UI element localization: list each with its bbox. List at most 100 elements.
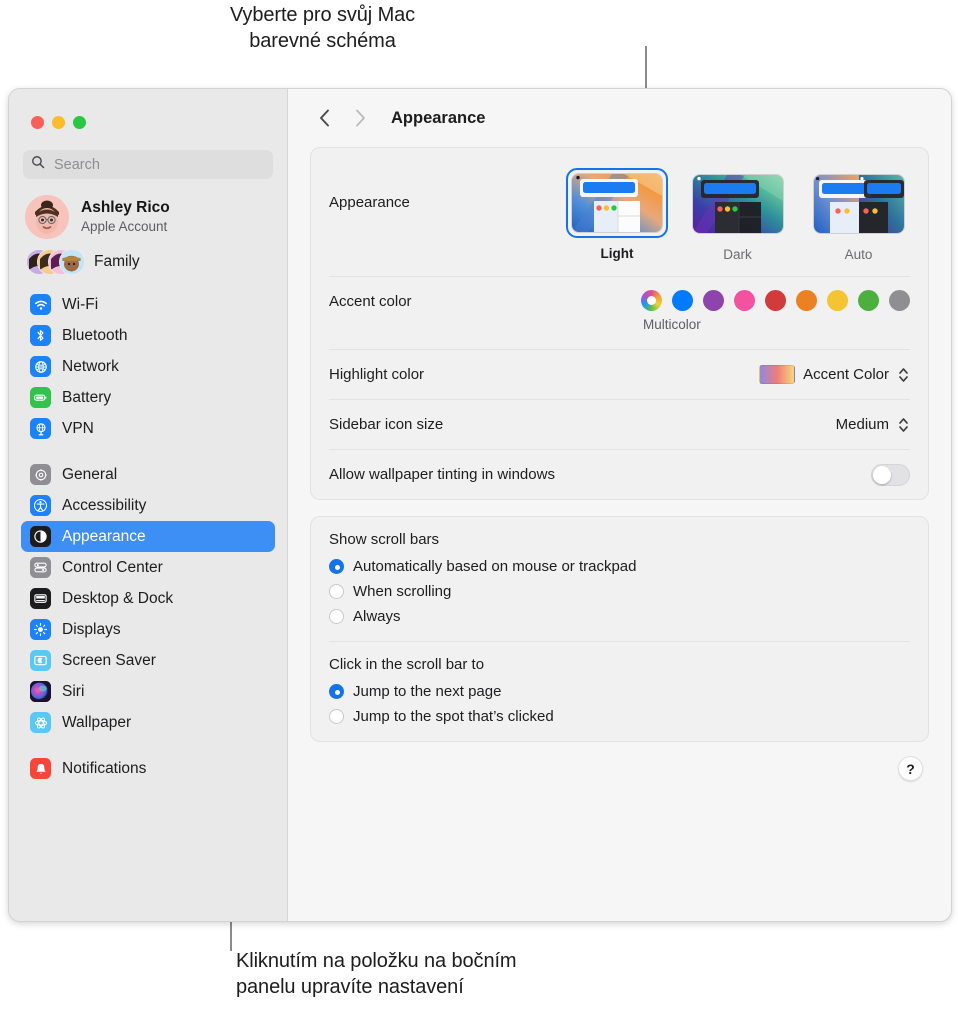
sidebar-group-divider (9, 444, 287, 459)
apple-account-row[interactable]: Ashley Rico Apple Account (25, 195, 287, 239)
radio-option[interactable]: Jump to the spot that’s clicked (329, 704, 910, 729)
show-scroll-bars-group: Show scroll bars Automatically based on … (311, 517, 928, 641)
radio-option[interactable]: Jump to the next page (329, 679, 910, 704)
accent-swatch-multicolor[interactable] (641, 290, 662, 311)
desktop-dock-icon (30, 588, 51, 609)
accent-swatch-red[interactable] (765, 290, 786, 311)
account-subtitle: Apple Account (81, 219, 170, 235)
appearance-option-auto[interactable]: Auto (807, 168, 910, 262)
radio-option[interactable]: When scrolling (329, 579, 910, 604)
sidebar-item-label: Battery (62, 389, 111, 407)
close-button[interactable] (31, 116, 44, 129)
accent-swatch-yellow[interactable] (827, 290, 848, 311)
highlight-color-value: Accent Color (803, 366, 889, 383)
click-scroll-bar-title: Click in the scroll bar to (329, 656, 910, 673)
sidebar-item-general[interactable]: General (21, 459, 275, 490)
appearance-option-label: Dark (723, 247, 752, 262)
accent-color-label: Accent color (329, 290, 412, 310)
sidebar-item-label: Appearance (62, 528, 146, 546)
appearance-option-dark[interactable]: Dark (686, 168, 789, 262)
radio-button[interactable] (329, 709, 344, 724)
accent-swatch-purple[interactable] (703, 290, 724, 311)
appearance-icon (30, 526, 51, 547)
radio-label: Automatically based on mouse or trackpad (353, 558, 636, 575)
appearance-option-label: Auto (845, 247, 873, 262)
forward-button[interactable] (349, 107, 371, 129)
wallpaper-tinting-toggle[interactable] (871, 464, 910, 486)
highlight-color-label: Highlight color (329, 366, 424, 383)
window-controls (9, 89, 287, 129)
sidebar-item-label: Displays (62, 621, 121, 639)
sidebar-icon-size-control[interactable]: Medium (836, 414, 910, 435)
search-input[interactable] (52, 156, 265, 174)
sidebar-item-screen-saver[interactable]: Screen Saver (21, 645, 275, 676)
search-field[interactable] (23, 150, 273, 179)
appearance-option-light[interactable]: Light (566, 168, 668, 262)
accent-swatch-pink[interactable] (734, 290, 755, 311)
callout-bottom-line2: panelu upravíte nastavení (236, 974, 706, 1000)
accent-swatch-green[interactable] (858, 290, 879, 311)
search-icon (31, 155, 45, 174)
highlight-color-row: Highlight color Accent Color (311, 350, 928, 399)
callout-bottom-line1: Kliknutím na položku na bočním (236, 948, 706, 974)
minimize-button[interactable] (52, 116, 65, 129)
sidebar-item-control-center[interactable]: Control Center (21, 552, 275, 583)
accent-swatch-group: Multicolor (641, 290, 910, 332)
radio-label: Jump to the spot that’s clicked (353, 708, 554, 725)
chevron-updown-icon[interactable] (897, 414, 910, 435)
account-name: Ashley Rico (81, 199, 170, 218)
callout-top-line2: barevné schéma (0, 28, 645, 54)
help-row: ? (310, 756, 929, 781)
sidebar-icon-size-label: Sidebar icon size (329, 416, 443, 433)
wallpaper-tinting-row: Allow wallpaper tinting in windows (311, 450, 928, 499)
appearance-options: Light (566, 168, 910, 262)
radio-button[interactable] (329, 684, 344, 699)
light-thumbnail (571, 173, 663, 233)
sidebar-nav: Wi-Fi Bluetooth Network (9, 289, 287, 784)
sidebar-item-appearance[interactable]: Appearance (21, 521, 275, 552)
sidebar-item-battery[interactable]: Battery (21, 382, 275, 413)
wallpaper-tinting-label: Allow wallpaper tinting in windows (329, 466, 555, 483)
family-label: Family (94, 253, 140, 271)
appearance-label: Appearance (329, 168, 410, 211)
sidebar-item-notifications[interactable]: Notifications (21, 753, 275, 784)
sidebar-item-label: Accessibility (62, 497, 146, 515)
radio-button[interactable] (329, 559, 344, 574)
family-avatars (26, 249, 84, 275)
zoom-button[interactable] (73, 116, 86, 129)
callout-top-line1: Vyberte pro svůj Mac (0, 2, 645, 28)
callout-top: Vyberte pro svůj Mac barevné schéma (0, 2, 645, 55)
vpn-icon (30, 418, 51, 439)
sidebar-item-displays[interactable]: Displays (21, 614, 275, 645)
back-button[interactable] (313, 107, 335, 129)
radio-option[interactable]: Automatically based on mouse or trackpad (329, 554, 910, 579)
control-center-icon (30, 557, 51, 578)
chevron-updown-icon[interactable] (897, 364, 910, 385)
sidebar-item-accessibility[interactable]: Accessibility (21, 490, 275, 521)
accent-caption: Multicolor (643, 317, 701, 332)
sidebar-item-network[interactable]: Network (21, 351, 275, 382)
radio-button[interactable] (329, 609, 344, 624)
gear-icon (30, 464, 51, 485)
sidebar-item-bluetooth[interactable]: Bluetooth (21, 320, 275, 351)
sidebar-item-wallpaper[interactable]: Wallpaper (21, 707, 275, 738)
sidebar-item-siri[interactable]: Siri (21, 676, 275, 707)
sidebar-item-vpn[interactable]: VPN (21, 413, 275, 444)
radio-label: When scrolling (353, 583, 451, 600)
accent-swatch-graphite[interactable] (889, 290, 910, 311)
appearance-row: Appearance (311, 148, 928, 276)
accent-swatch-blue[interactable] (672, 290, 693, 311)
sidebar-item-family[interactable]: Family (26, 249, 287, 275)
screen-saver-icon (30, 650, 51, 671)
sidebar-item-label: Notifications (62, 760, 146, 778)
sidebar-item-label: General (62, 466, 117, 484)
sidebar-item-desktop-and-dock[interactable]: Desktop & Dock (21, 583, 275, 614)
accent-swatch-orange[interactable] (796, 290, 817, 311)
wifi-icon (30, 294, 51, 315)
help-button[interactable]: ? (898, 756, 923, 781)
radio-button[interactable] (329, 584, 344, 599)
sidebar: Ashley Rico Apple Account (9, 89, 288, 921)
radio-option[interactable]: Always (329, 604, 910, 629)
highlight-color-control[interactable]: Accent Color (759, 364, 910, 385)
sidebar-item-wi-fi[interactable]: Wi-Fi (21, 289, 275, 320)
